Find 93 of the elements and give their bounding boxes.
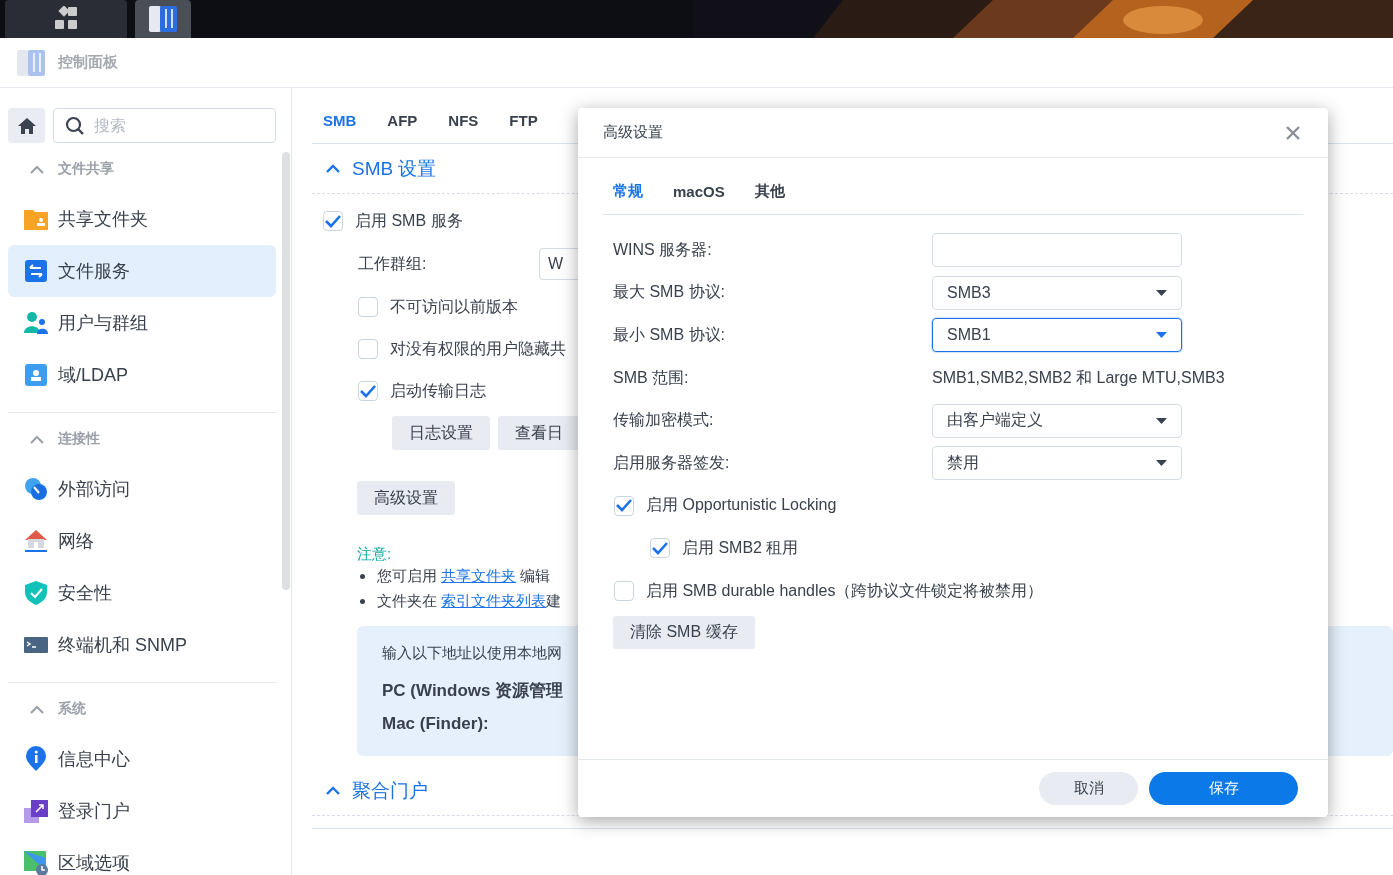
chevron-icon[interactable] [30, 164, 44, 174]
field-label: WINS 服务器: [613, 239, 713, 260]
tab[interactable]: AFP [387, 112, 418, 129]
dropdown[interactable]: SMB1 [932, 318, 1182, 353]
checkbox[interactable] [323, 211, 343, 231]
checkbox[interactable] [358, 381, 378, 401]
advanced-settings-button[interactable]: 高级设置 [357, 481, 455, 515]
field-label: 工作群组: [358, 253, 428, 274]
sidebar-item[interactable]: 登录门户 [8, 785, 276, 837]
window-title: 控制面板 [58, 53, 118, 72]
users-icon [23, 310, 49, 336]
section-heading: 系统 [58, 700, 86, 718]
tab[interactable]: 其他 [754, 181, 785, 201]
house-icon [23, 528, 49, 554]
scrollbar[interactable] [282, 152, 290, 590]
sidebar-item[interactable]: 共享文件夹 [8, 193, 276, 245]
control-panel-icon [148, 5, 178, 33]
field-label: 最小 SMB 协议: [613, 325, 726, 345]
chevron-icon[interactable] [30, 434, 44, 444]
sidebar-item[interactable]: 终端机和 SNMP [8, 619, 276, 671]
portal-icon [23, 798, 49, 824]
tab[interactable]: SMB [323, 112, 357, 129]
note-text: 您可启用 共享文件夹 编辑 [377, 567, 551, 586]
tab[interactable]: 常规 [613, 181, 643, 201]
input-field[interactable] [932, 233, 1182, 268]
info-pin-icon [23, 746, 49, 772]
caret-icon [1156, 289, 1167, 296]
tab[interactable]: NFS [448, 112, 479, 129]
chevron-icon[interactable] [326, 164, 340, 173]
section-heading: 文件共享 [58, 160, 114, 178]
file-transfer-icon [23, 258, 49, 284]
checkbox-label: 不可访问以前版本 [390, 296, 518, 317]
sidebar-item[interactable]: 外部访问 [8, 463, 276, 515]
checkbox[interactable] [614, 495, 634, 516]
info-text: Mac (Finder): [382, 714, 490, 735]
search-field[interactable]: 搜索 [53, 108, 276, 143]
checkbox-label: 启用 SMB 服务 [355, 210, 463, 231]
cancel-button[interactable]: 取消 [1039, 772, 1138, 805]
info-text: 输入以下地址以使用本地网 [382, 644, 563, 663]
taskbar-button[interactable] [5, 0, 127, 38]
checkbox[interactable] [358, 339, 378, 359]
section-heading: 连接性 [58, 430, 100, 448]
sidebar-item[interactable]: 信息中心 [8, 733, 276, 785]
dialog-title: 高级设置 [603, 123, 663, 142]
tab[interactable]: FTP [509, 112, 538, 129]
clear-cache-button[interactable]: 清除 SMB 缓存 [613, 616, 755, 650]
sidebar-item[interactable]: 安全性 [8, 567, 276, 619]
sidebar-item[interactable]: 网络 [8, 515, 276, 567]
chevron-icon[interactable] [30, 704, 44, 714]
checkbox[interactable] [358, 297, 378, 317]
field-label: 启用服务器签发: [613, 452, 731, 473]
caret-icon [1156, 417, 1167, 424]
checkbox[interactable] [614, 581, 634, 602]
shield-icon [23, 580, 49, 606]
caret-icon [1156, 460, 1167, 467]
info-text: PC (Windows 资源管理 [382, 680, 565, 702]
dropdown[interactable]: 禁用 [932, 446, 1182, 481]
checkbox[interactable] [650, 538, 670, 559]
field-value: SMB1,SMB2,SMB2 和 Large MTU,SMB3 [932, 367, 1225, 388]
sidebar-item[interactable]: 区域选项 [8, 837, 276, 875]
home-icon [16, 116, 37, 135]
note-text: 文件夹在 索引文件夹列表建 [377, 592, 562, 611]
caret-icon [1156, 332, 1167, 339]
checkbox-label: 启用 SMB2 租用 [682, 537, 799, 558]
search-icon [65, 116, 85, 136]
note-heading: 注意: [357, 545, 392, 564]
dropdown[interactable]: SMB3 [932, 275, 1182, 310]
log-button[interactable]: 查看日 [498, 416, 580, 450]
field-label: 最大 SMB 协议: [613, 282, 726, 303]
grid-icon [53, 6, 79, 32]
log-button[interactable]: 日志设置 [392, 416, 490, 450]
close-icon[interactable] [1286, 125, 1300, 140]
control-panel-icon [16, 48, 46, 77]
link[interactable]: 索引文件夹列表 [441, 592, 547, 609]
tab[interactable]: macOS [673, 182, 725, 200]
taskbar-button[interactable] [135, 0, 191, 38]
field-label: 传输加密模式: [613, 410, 715, 431]
section-heading: 聚合门户 [352, 778, 428, 803]
sidebar-item[interactable]: 域/LDAP [8, 349, 276, 401]
sidebar-item[interactable]: 用户与群组 [8, 297, 276, 349]
chevron-icon[interactable] [326, 786, 340, 795]
sidebar-item[interactable]: 文件服务 [8, 245, 276, 297]
id-card-icon [23, 362, 49, 388]
checkbox-label: 对没有权限的用户隐藏共 [390, 338, 566, 359]
link[interactable]: 共享文件夹 [441, 567, 517, 584]
section-heading: SMB 设置 [352, 156, 437, 181]
dropdown[interactable]: 由客户端定义 [932, 403, 1182, 438]
checkbox-label: 启用 SMB durable handles（跨协议文件锁定将被禁用） [646, 580, 1044, 601]
field-label: SMB 范围: [613, 367, 690, 388]
home-button[interactable] [8, 108, 45, 143]
checkbox-label: 启用 Opportunistic Locking [646, 495, 837, 516]
checkbox-label: 启动传输日志 [390, 380, 486, 401]
save-button[interactable]: 保存 [1149, 772, 1298, 805]
